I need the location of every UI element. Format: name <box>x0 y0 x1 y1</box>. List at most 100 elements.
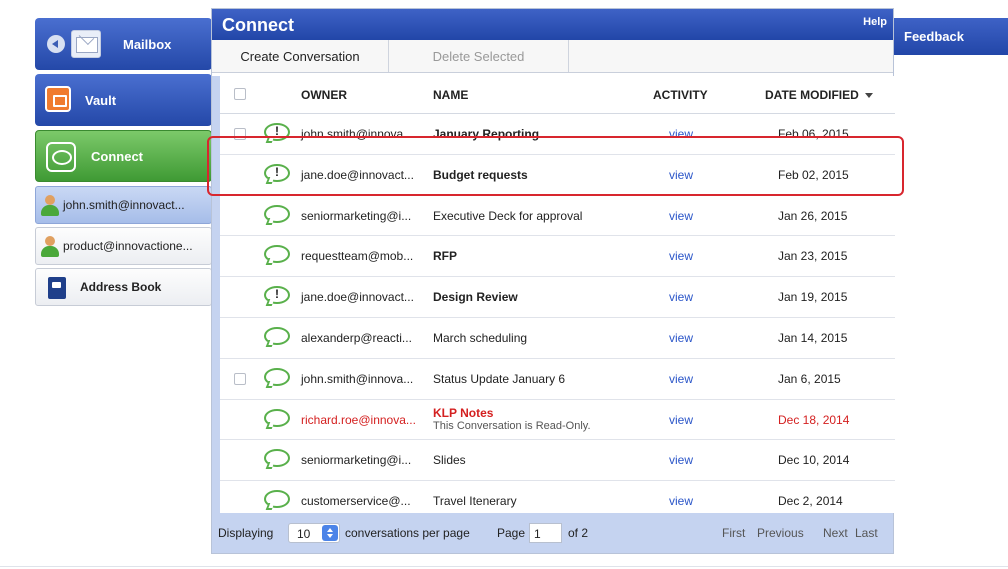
pagination-bar: Displaying 10 conversations per page Pag… <box>212 513 893 553</box>
name-cell[interactable]: Status Update January 6 <box>433 372 565 386</box>
connect-panel: Connect Help Create Conversation Delete … <box>211 8 895 554</box>
name-cell[interactable]: Slides <box>433 453 466 467</box>
column-owner[interactable]: OWNER <box>301 88 347 102</box>
per-page-select[interactable]: 10 <box>288 523 340 543</box>
table-row[interactable]: ! john.smith@innova... January Reporting… <box>220 114 895 155</box>
date-cell: Feb 06, 2015 <box>778 127 849 141</box>
name-cell[interactable]: RFP <box>433 249 457 263</box>
mailbox-button[interactable]: Mailbox <box>35 18 212 70</box>
page-label: Page <box>497 526 526 540</box>
column-date-label: DATE MODIFIED <box>765 87 859 102</box>
feedback-label: Feedback <box>904 29 964 44</box>
chat-alert-icon: ! <box>264 286 290 307</box>
table-row[interactable]: seniormarketing@i... Executive Deck for … <box>220 196 895 237</box>
connect-button[interactable]: Connect <box>35 130 212 182</box>
page-number-input[interactable]: 1 <box>529 523 562 543</box>
user-icon <box>40 195 60 217</box>
column-name[interactable]: NAME <box>433 88 468 102</box>
vault-icon <box>45 86 71 112</box>
table-row[interactable]: ! jane.doe@innovact... Budget requests v… <box>220 155 895 196</box>
table-row[interactable]: requestteam@mob... RFP view Jan 23, 2015 <box>220 236 895 278</box>
date-cell: Jan 19, 2015 <box>778 290 848 305</box>
help-link[interactable]: Help <box>863 16 887 28</box>
vault-button[interactable]: Vault <box>35 74 212 126</box>
name-cell[interactable]: KLP Notes <box>433 406 493 420</box>
panel-title: Connect <box>222 15 294 35</box>
account-item-product[interactable]: product@innovactione... <box>35 227 212 265</box>
view-link[interactable]: view <box>669 494 693 508</box>
conversation-list: OWNER NAME ACTIVITY DATE MODIFIED ! john… <box>212 76 895 513</box>
table-row[interactable]: alexanderp@reacti... March scheduling vi… <box>220 318 895 359</box>
date-cell: Feb 02, 2015 <box>778 167 849 182</box>
chat-alert-icon: ! <box>264 123 290 143</box>
previous-page-link[interactable]: Previous <box>757 526 804 540</box>
divider <box>0 566 1008 567</box>
view-link[interactable]: view <box>669 249 693 263</box>
per-page-value: 10 <box>297 527 311 541</box>
date-cell: Dec 2, 2014 <box>778 494 843 509</box>
column-activity[interactable]: ACTIVITY <box>653 88 708 102</box>
view-link[interactable]: view <box>669 413 693 427</box>
read-only-note: This Conversation is Read-Only. <box>433 419 591 432</box>
chat-bubble-icon <box>264 245 290 266</box>
table-row[interactable]: ! jane.doe@innovact... Design Review vie… <box>220 277 895 318</box>
view-link[interactable]: view <box>669 127 693 141</box>
table-row[interactable]: richard.roe@innova... KLP Notes This Con… <box>220 400 895 441</box>
connect-label: Connect <box>91 148 143 164</box>
page-total-label: of 2 <box>568 526 589 540</box>
back-arrow-icon[interactable] <box>47 35 65 53</box>
owner-cell: richard.roe@innova... <box>301 412 416 427</box>
column-date-modified[interactable]: DATE MODIFIED <box>765 88 873 102</box>
last-page-link[interactable]: Last <box>855 526 878 540</box>
account-item-john[interactable]: john.smith@innovact... <box>35 186 212 224</box>
sidebar: Mailbox Vault Connect john.smith@innovac… <box>35 18 212 309</box>
chat-bubble-icon <box>264 326 290 347</box>
date-cell: Jan 26, 2015 <box>778 208 848 223</box>
name-cell[interactable]: March scheduling <box>433 331 527 345</box>
vault-label: Vault <box>85 92 117 108</box>
date-cell: Jan 6, 2015 <box>778 371 841 386</box>
delete-selected-button[interactable]: Delete Selected <box>389 40 569 72</box>
owner-cell: alexanderp@reacti... <box>301 330 412 345</box>
view-link[interactable]: view <box>669 168 693 182</box>
chat-bubble-icon <box>264 449 290 470</box>
view-link[interactable]: view <box>669 290 693 304</box>
chat-bubble-icon <box>264 204 290 225</box>
table-row[interactable]: john.smith@innova... Status Update Janua… <box>220 359 895 400</box>
owner-cell: jane.doe@innovact... <box>301 290 414 305</box>
chat-bubble-icon <box>264 367 290 388</box>
view-link[interactable]: view <box>669 453 693 467</box>
row-checkbox[interactable] <box>234 128 246 140</box>
name-cell[interactable]: January Reporting <box>433 127 539 141</box>
name-cell[interactable]: Executive Deck for approval <box>433 209 582 223</box>
owner-cell: customerservice@... <box>301 494 411 509</box>
account-label: product@innovactione... <box>63 239 193 253</box>
address-book-icon <box>48 277 66 299</box>
table-row[interactable]: seniormarketing@i... Slides view Dec 10,… <box>220 440 895 482</box>
feedback-button[interactable]: Feedback <box>894 18 1008 55</box>
envelope-icon <box>71 30 101 58</box>
view-link[interactable]: view <box>669 331 693 345</box>
next-page-link[interactable]: Next <box>823 526 848 540</box>
sort-desc-icon <box>864 92 873 98</box>
account-label: john.smith@innovact... <box>63 198 185 212</box>
address-book-button[interactable]: Address Book <box>35 268 212 306</box>
select-arrows-icon <box>322 525 338 541</box>
row-checkbox[interactable] <box>234 372 246 385</box>
name-cell[interactable]: Budget requests <box>433 168 528 182</box>
user-icon <box>40 236 60 258</box>
view-link[interactable]: view <box>669 209 693 223</box>
name-cell[interactable]: Design Review <box>433 290 518 304</box>
chat-bubble-icon <box>46 142 76 172</box>
name-cell[interactable]: Travel Itenerary <box>433 494 517 508</box>
select-all-checkbox[interactable] <box>234 88 246 100</box>
owner-cell: john.smith@innova... <box>301 127 414 141</box>
chat-bubble-icon <box>264 490 290 511</box>
view-link[interactable]: view <box>669 372 693 386</box>
first-page-link[interactable]: First <box>722 526 745 540</box>
address-book-label: Address Book <box>80 280 162 294</box>
chat-bubble-icon <box>264 408 290 429</box>
create-conversation-button[interactable]: Create Conversation <box>212 40 389 72</box>
owner-cell: john.smith@innova... <box>301 371 414 386</box>
displaying-label: Displaying <box>218 526 274 540</box>
